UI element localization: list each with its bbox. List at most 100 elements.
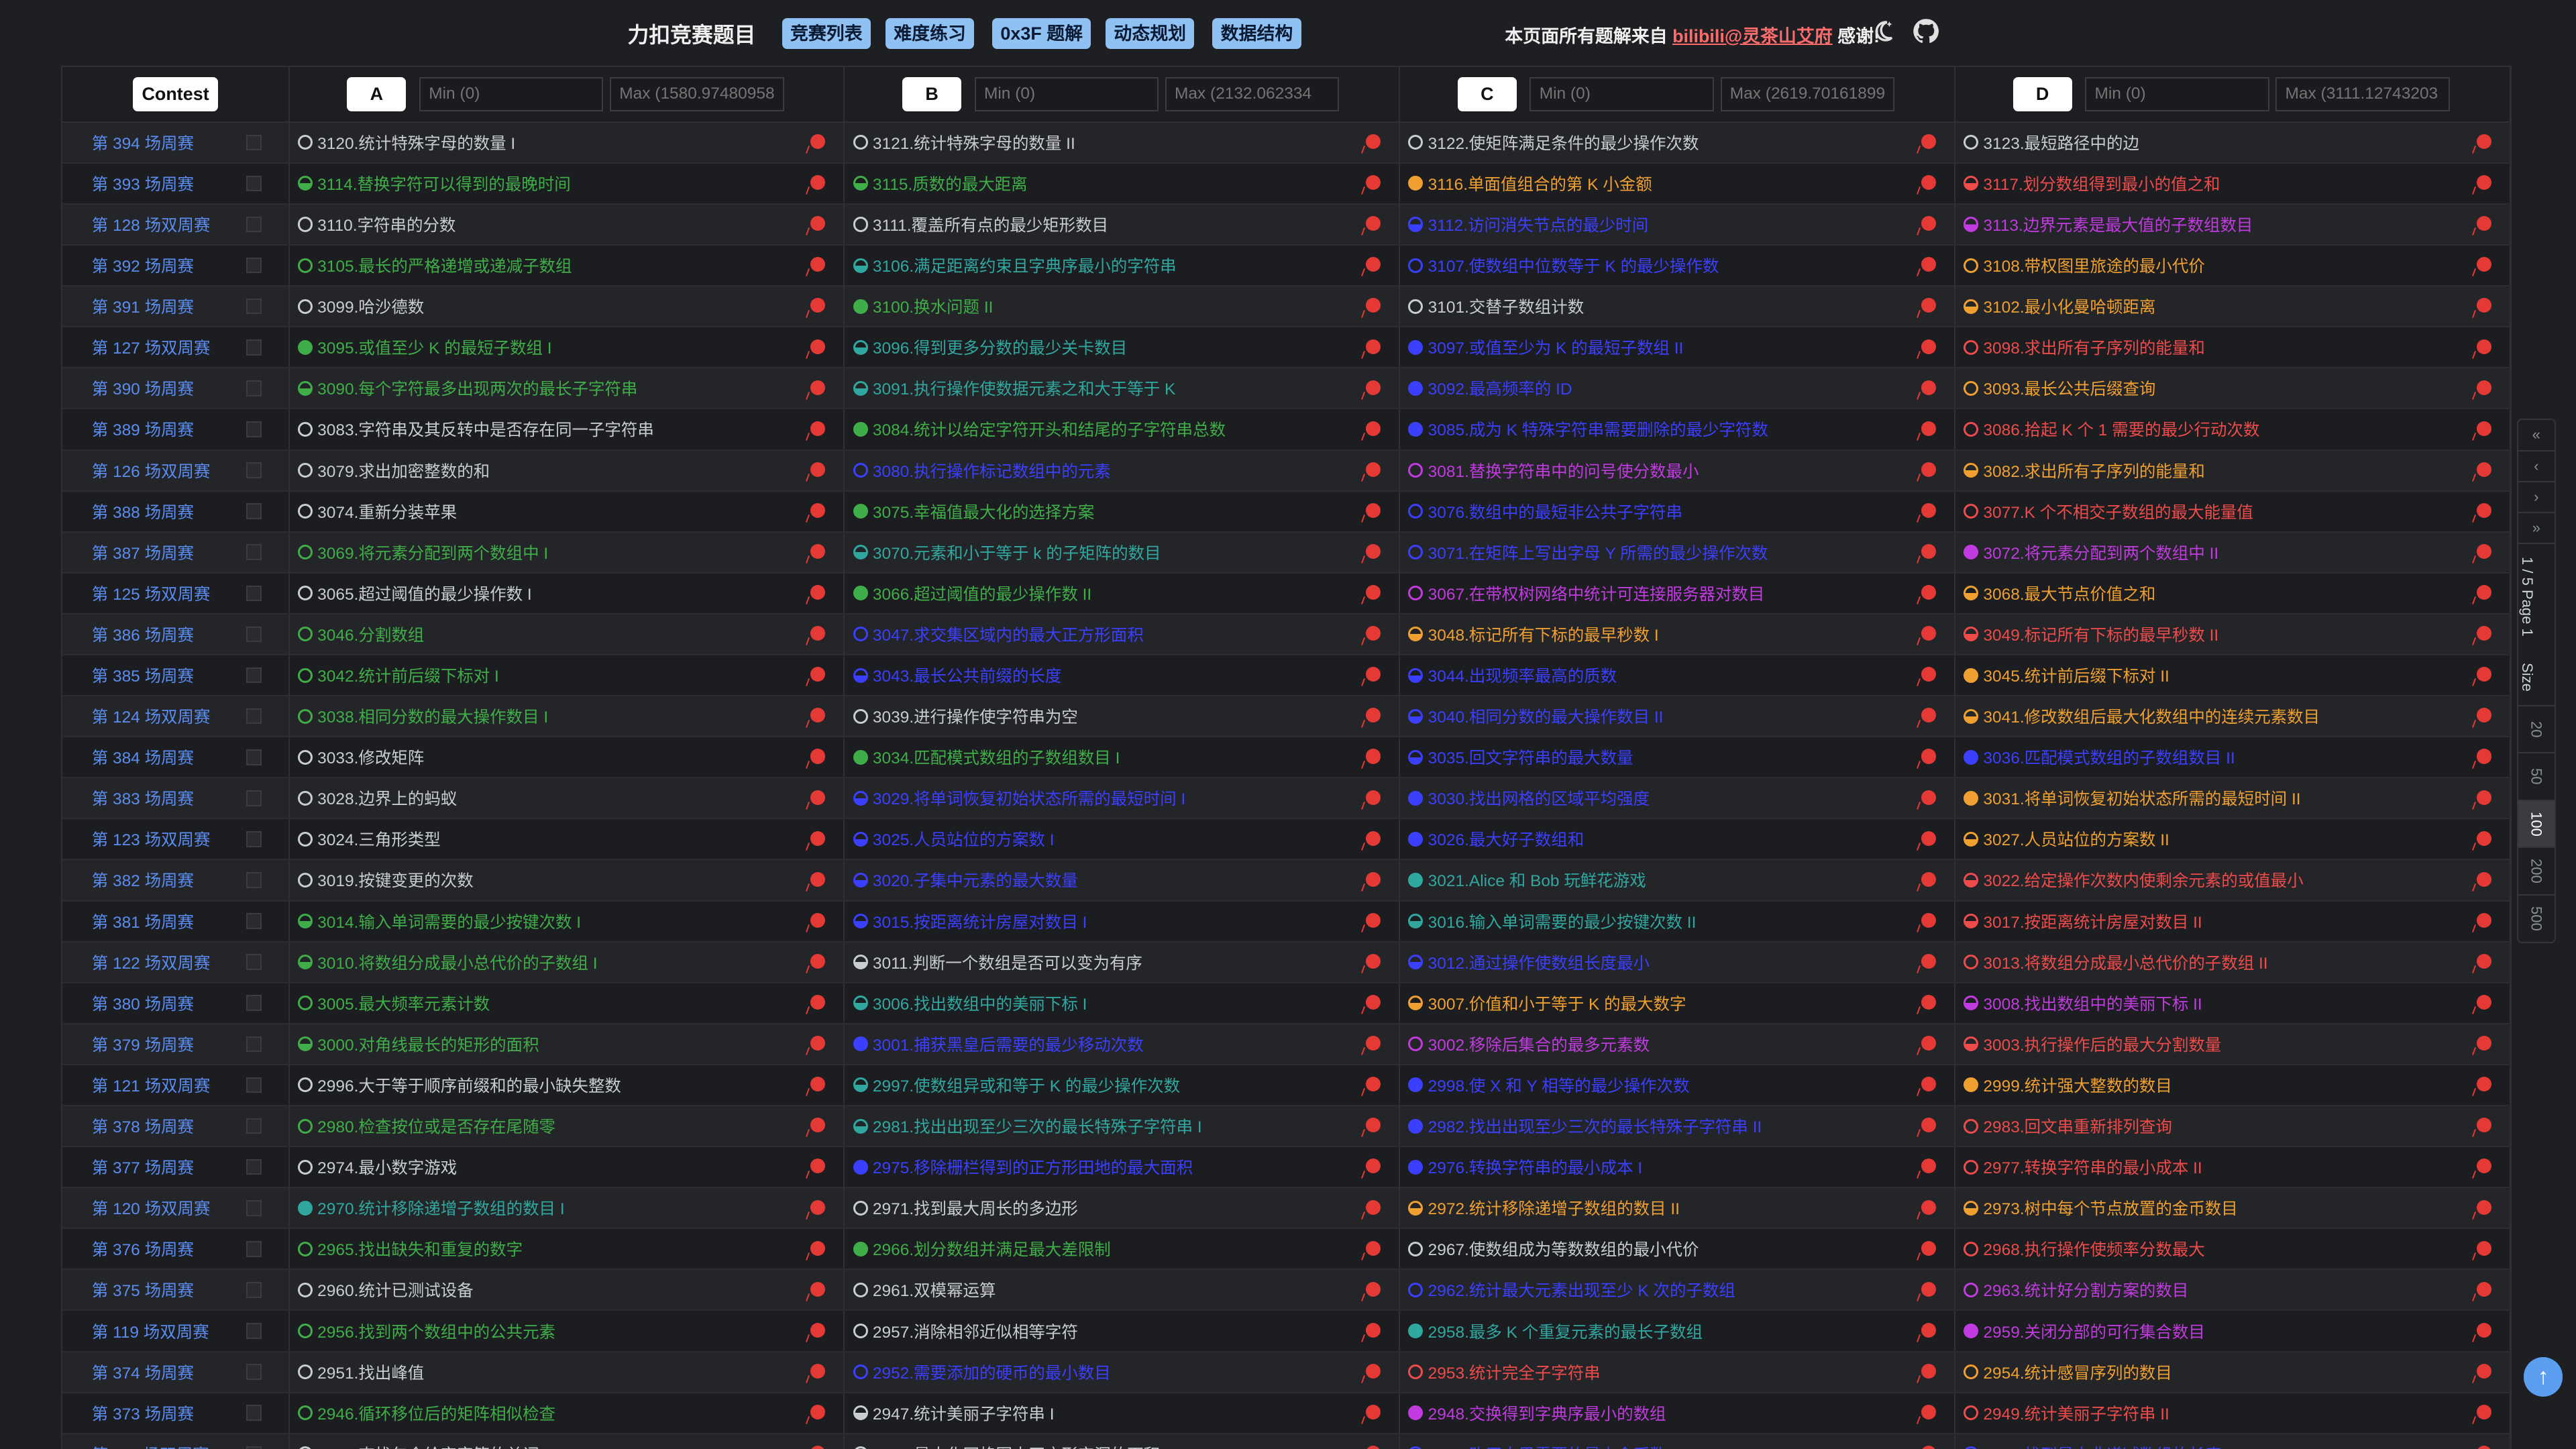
problem-link[interactable]: 3026.最大好子数组和: [1428, 827, 1585, 851]
contest-link[interactable]: 第 382 场周赛: [92, 868, 239, 892]
page-size-option[interactable]: 100: [2518, 799, 2555, 847]
problem-link[interactable]: 3030.找出网格的区域平均强度: [1428, 786, 1650, 810]
contest-checkbox[interactable]: [246, 872, 262, 888]
pin-icon[interactable]: [1366, 1199, 1381, 1215]
pin-icon[interactable]: [2476, 421, 2491, 436]
pin-icon[interactable]: [810, 1240, 826, 1256]
pin-icon[interactable]: [1366, 1281, 1381, 1297]
contest-link[interactable]: 第 377 场周赛: [92, 1155, 239, 1179]
pin-icon[interactable]: [1921, 953, 1936, 969]
problem-link[interactable]: 3028.边界上的蚂蚁: [317, 786, 457, 810]
column-d-min-input[interactable]: [2085, 76, 2269, 112]
problem-link[interactable]: 3047.求交集区域内的最大正方形面积: [873, 623, 1144, 646]
pin-icon[interactable]: [1921, 1322, 1936, 1338]
pin-icon[interactable]: [1366, 1159, 1381, 1174]
pin-icon[interactable]: [1921, 1281, 1936, 1297]
pin-icon[interactable]: [810, 1077, 826, 1092]
problem-link[interactable]: 3008.找出数组中的美丽下标 II: [1983, 991, 2202, 1015]
problem-link[interactable]: 3090.每个字符最多出现两次的最长子字符串: [317, 376, 637, 400]
pin-icon[interactable]: [810, 667, 826, 682]
pin-icon[interactable]: [2476, 1446, 2491, 1449]
problem-link[interactable]: 3110.字符串的分数: [317, 213, 455, 236]
column-b-max-input[interactable]: [1165, 76, 1340, 112]
contest-checkbox[interactable]: [246, 298, 262, 315]
contest-link[interactable]: 第 387 场周赛: [92, 541, 239, 564]
credit-link[interactable]: bilibili@灵茶山艾府: [1672, 26, 1833, 46]
pin-icon[interactable]: [1921, 790, 1936, 805]
problem-link[interactable]: 3123.最短路径中的边: [1983, 131, 2139, 154]
problem-link[interactable]: 2966.划分数组并满足最大差限制: [873, 1237, 1111, 1260]
pin-icon[interactable]: [1366, 871, 1381, 887]
problem-link[interactable]: 2976.转换字符串的最小成本 I: [1428, 1155, 1643, 1179]
pin-icon[interactable]: [810, 1404, 826, 1419]
pin-icon[interactable]: [810, 257, 826, 272]
pin-icon[interactable]: [810, 421, 826, 436]
problem-link[interactable]: 3038.相同分数的最大操作数目 I: [317, 704, 548, 728]
contest-link[interactable]: 第 381 场周赛: [92, 910, 239, 933]
pin-icon[interactable]: [2476, 585, 2491, 600]
problem-link[interactable]: 3116.单面值组合的第 K 小金额: [1428, 172, 1652, 195]
problem-link[interactable]: 3114.替换字符可以得到的最晚时间: [317, 172, 571, 195]
contest-checkbox[interactable]: [246, 257, 262, 274]
pin-icon[interactable]: [2476, 380, 2491, 395]
contest-checkbox[interactable]: [246, 585, 262, 602]
problem-link[interactable]: 3020.子集中元素的最大数量: [873, 868, 1078, 892]
pin-icon[interactable]: [1366, 257, 1381, 272]
problem-link[interactable]: 3031.将单词恢复初始状态所需的最短时间 II: [1983, 786, 2300, 810]
pin-icon[interactable]: [810, 995, 826, 1010]
contest-link[interactable]: 第 386 场周赛: [92, 623, 239, 646]
first-page-icon[interactable]: «: [2518, 420, 2555, 451]
contest-checkbox[interactable]: [246, 1323, 262, 1339]
contest-link[interactable]: 第 376 场周赛: [92, 1237, 239, 1260]
pin-icon[interactable]: [810, 953, 826, 969]
contest-link[interactable]: 第 390 场周赛: [92, 376, 239, 400]
nav-difficulty[interactable]: 难度练习: [885, 17, 975, 50]
pin-icon[interactable]: [810, 298, 826, 313]
problem-link[interactable]: 3092.最高频率的 ID: [1428, 376, 1572, 400]
contest-link[interactable]: 第 394 场周赛: [92, 131, 239, 154]
problem-link[interactable]: 2957.消除相邻近似相等字符: [873, 1320, 1078, 1343]
problem-link[interactable]: 2949.统计美丽子字符串 II: [1983, 1401, 2169, 1425]
pin-icon[interactable]: [810, 749, 826, 764]
pin-icon[interactable]: [2476, 1281, 2491, 1297]
problem-link[interactable]: 3115.质数的最大距离: [873, 172, 1028, 195]
contest-link[interactable]: 第 391 场周赛: [92, 294, 239, 318]
problem-link[interactable]: 3039.进行操作使字符串为空: [873, 704, 1078, 728]
contest-checkbox[interactable]: [246, 380, 262, 396]
pin-icon[interactable]: [1921, 626, 1936, 641]
problem-link[interactable]: 3029.将单词恢复初始状态所需的最短时间 I: [873, 786, 1185, 810]
pin-icon[interactable]: [1921, 339, 1936, 354]
problem-link[interactable]: 2970.统计移除递增子数组的数目 I: [317, 1196, 564, 1220]
problem-link[interactable]: 2942.查找包含给定字符的单词: [317, 1442, 539, 1449]
problem-link[interactable]: 2968.执行操作使频率分数最大: [1983, 1237, 2204, 1260]
problem-link[interactable]: 3019.按键变更的次数: [317, 868, 474, 892]
problem-link[interactable]: 3080.执行操作标记数组中的元素: [873, 459, 1111, 482]
pin-icon[interactable]: [1921, 830, 1936, 846]
arrow-up-icon[interactable]: ↑: [2523, 1356, 2563, 1397]
pin-icon[interactable]: [810, 339, 826, 354]
pin-icon[interactable]: [810, 626, 826, 641]
pin-icon[interactable]: [2476, 1363, 2491, 1379]
contest-checkbox[interactable]: [246, 1036, 262, 1053]
problem-link[interactable]: 3036.匹配模式数组的子数组数目 II: [1983, 745, 2235, 769]
moon-icon[interactable]: [1870, 18, 1896, 44]
pin-icon[interactable]: [1366, 1322, 1381, 1338]
problem-link[interactable]: 2944.购买水果需要的最少金币数: [1428, 1442, 1666, 1449]
pin-icon[interactable]: [2476, 708, 2491, 723]
pin-icon[interactable]: [2476, 953, 2491, 969]
problem-link[interactable]: 3003.执行操作后的最大分割数量: [1983, 1032, 2221, 1056]
pin-icon[interactable]: [2476, 544, 2491, 559]
contest-checkbox[interactable]: [246, 1364, 262, 1380]
contest-checkbox[interactable]: [246, 831, 262, 847]
page-size-option[interactable]: 50: [2518, 752, 2555, 800]
pin-icon[interactable]: [1366, 1404, 1381, 1419]
problem-link[interactable]: 2980.检查按位或是否存在尾随零: [317, 1114, 555, 1138]
pin-icon[interactable]: [1921, 912, 1936, 928]
pin-icon[interactable]: [2476, 175, 2491, 191]
problem-link[interactable]: 2945.找到最大非递减数组的长度: [1983, 1442, 2221, 1449]
contest-checkbox[interactable]: [246, 995, 262, 1012]
contest-checkbox[interactable]: [246, 1159, 262, 1175]
problem-link[interactable]: 3040.相同分数的最大操作数目 II: [1428, 704, 1664, 728]
pin-icon[interactable]: [1921, 1446, 1936, 1449]
pin-icon[interactable]: [1366, 462, 1381, 477]
